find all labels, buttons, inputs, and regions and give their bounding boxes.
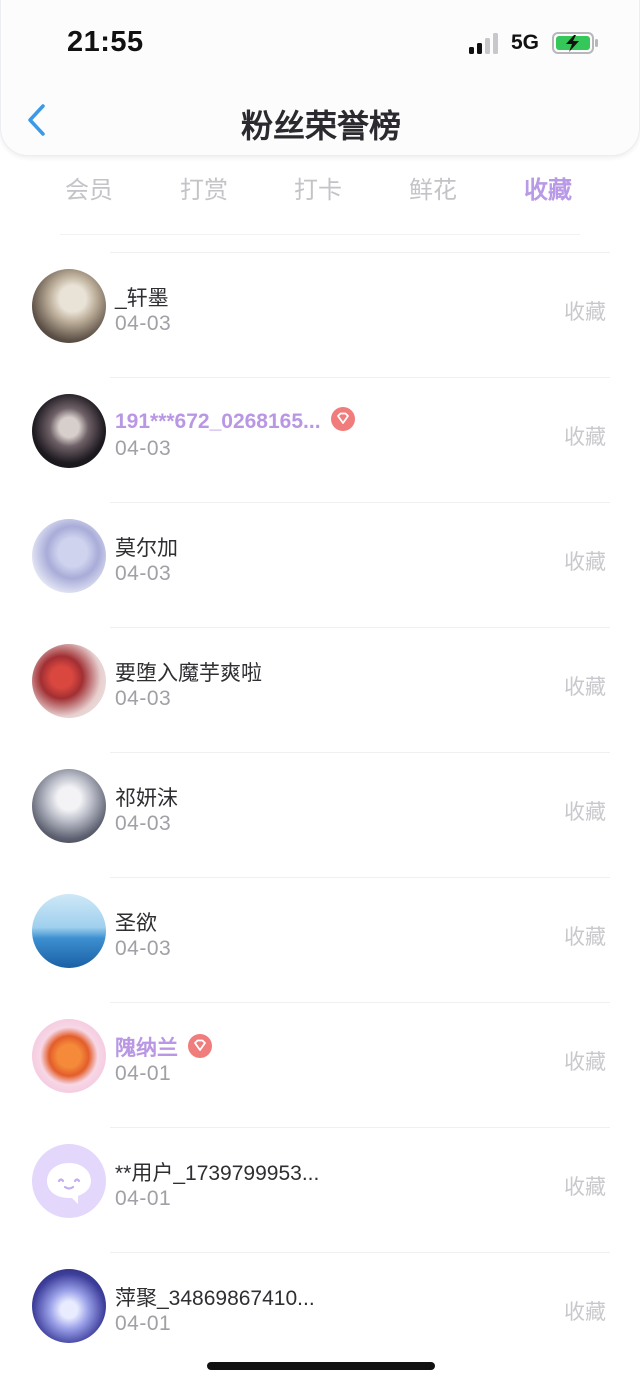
status-time: 21:55 (67, 26, 144, 58)
avatar (32, 394, 106, 468)
fan-date: 04-03 (115, 437, 172, 460)
fan-date: 04-01 (115, 1187, 172, 1210)
favorite-label: 收藏 (564, 801, 606, 824)
fan-date: 04-03 (115, 687, 172, 710)
diamond-vip-icon (330, 407, 355, 431)
fan-name: 莫尔加 (115, 537, 178, 560)
avatar (32, 644, 106, 718)
fan-date: 04-03 (115, 812, 172, 835)
fan-name: 隗纳兰 (115, 1037, 178, 1060)
avatar (32, 1269, 106, 1343)
tab-favorites[interactable]: 收藏 (503, 170, 593, 205)
row-divider (110, 877, 610, 878)
fan-name: 圣欲 (115, 912, 157, 935)
row-divider (110, 1127, 610, 1128)
row-divider (110, 502, 610, 503)
favorite-label: 收藏 (564, 1051, 606, 1074)
favorite-label: 收藏 (564, 1301, 606, 1324)
fan-row[interactable]: **用户_1739799953... 04-01 收藏 (0, 1127, 640, 1252)
avatar (32, 1019, 106, 1093)
row-divider (110, 1002, 610, 1003)
signal-icon (469, 32, 503, 54)
favorite-label: 收藏 (564, 301, 606, 324)
fan-row[interactable]: 莫尔加 04-03 收藏 (0, 502, 640, 627)
row-divider (110, 377, 610, 378)
favorite-label: 收藏 (564, 926, 606, 949)
fan-name: 祁妍沫 (115, 787, 178, 810)
fan-row[interactable]: 萍聚_34869867410... 04-01 收藏 (0, 1252, 640, 1377)
tab-reward[interactable]: 打赏 (159, 170, 249, 205)
row-divider (110, 1252, 610, 1253)
chat-bubble-icon (47, 1163, 91, 1204)
avatar (32, 1144, 106, 1218)
tab-bar: 会员 打赏 打卡 鲜花 收藏 (0, 170, 640, 210)
favorite-label: 收藏 (564, 676, 606, 699)
fan-date: 04-01 (115, 1312, 172, 1335)
fan-name: **用户_1739799953... (115, 1162, 320, 1185)
fan-date: 04-03 (115, 312, 172, 335)
favorite-label: 收藏 (564, 1176, 606, 1199)
battery-charging-icon (552, 32, 598, 54)
fan-row[interactable]: 隗纳兰 04-01 收藏 (0, 1002, 640, 1127)
tab-member[interactable]: 会员 (44, 170, 134, 205)
avatar (32, 269, 106, 343)
fan-name: _轩墨 (115, 287, 169, 310)
fan-name: 萍聚_34869867410... (115, 1287, 315, 1310)
avatar (32, 894, 106, 968)
favorite-label: 收藏 (564, 551, 606, 574)
network-label: 5G (511, 31, 540, 54)
fan-row[interactable]: 圣欲 04-03 收藏 (0, 877, 640, 1002)
page-title: 粉丝荣誉榜 (240, 108, 401, 144)
fan-date: 04-01 (115, 1062, 172, 1085)
divider (60, 234, 580, 235)
row-divider (110, 752, 610, 753)
avatar (32, 769, 106, 843)
fan-row[interactable]: _轩墨 04-03 收藏 (0, 252, 640, 377)
fan-name-row: 191***672_0268165... (115, 407, 355, 434)
row-divider (110, 627, 610, 628)
tab-flowers[interactable]: 鲜花 (388, 170, 478, 205)
avatar (32, 519, 106, 593)
fan-name: 191***672_0268165... (115, 410, 321, 433)
fan-row[interactable]: 191***672_0268165... 04-03 收藏 (0, 377, 640, 502)
favorite-label: 收藏 (564, 426, 606, 449)
fan-row[interactable]: 祁妍沫 04-03 收藏 (0, 752, 640, 877)
home-indicator[interactable] (207, 1362, 435, 1370)
top-bar: 21:55 5G 粉丝荣誉榜 (0, 0, 640, 156)
row-divider (110, 252, 610, 253)
fan-date: 04-03 (115, 937, 172, 960)
fan-honor-page: 21:55 5G 粉丝荣誉榜 会员 打赏 打卡 鲜花 收藏 _轩墨 04-03 … (0, 0, 640, 1385)
tab-checkin[interactable]: 打卡 (273, 170, 363, 205)
diamond-vip-icon (188, 1034, 212, 1058)
fan-date: 04-03 (115, 562, 172, 585)
fan-name: 要堕入魔芋爽啦 (115, 662, 262, 685)
fan-row[interactable]: 要堕入魔芋爽啦 04-03 收藏 (0, 627, 640, 752)
fan-name-row: 隗纳兰 (115, 1032, 212, 1062)
